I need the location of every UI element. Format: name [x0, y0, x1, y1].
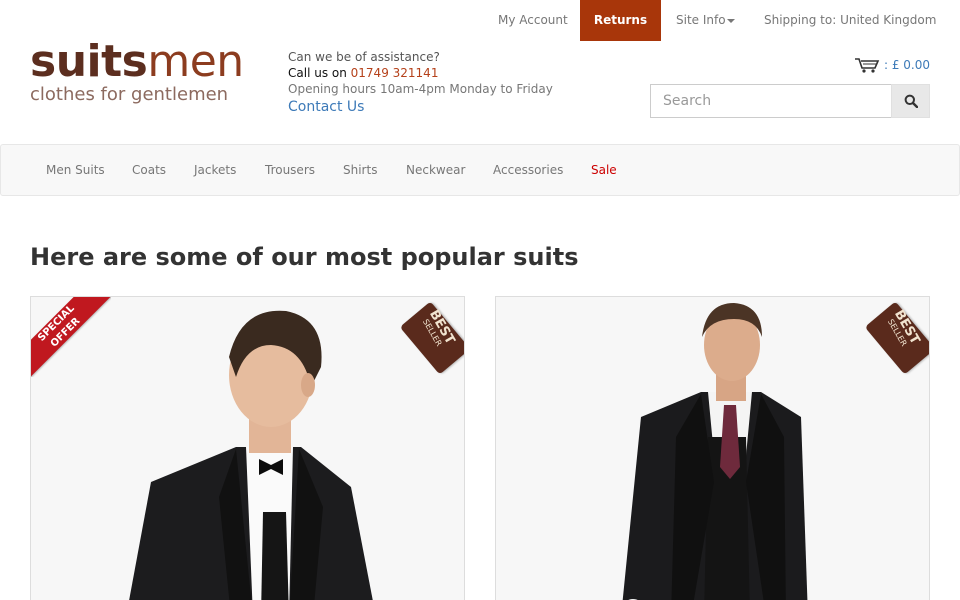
nav-item-accessories[interactable]: Accessories	[493, 145, 563, 195]
nav-item-trousers[interactable]: Trousers	[265, 145, 315, 195]
search-input[interactable]	[650, 84, 891, 118]
cart-total: : £ 0.00	[883, 58, 930, 72]
best-seller-tag: BEST SELLER	[399, 299, 464, 375]
site-info-dropdown[interactable]: Site Info	[676, 0, 735, 41]
opening-hours: Opening hours 10am-4pm Monday to Friday	[288, 82, 553, 96]
phone-number[interactable]: 01749 321141	[351, 66, 439, 80]
nav-item-men-suits[interactable]: Men Suits	[46, 145, 105, 195]
search-button[interactable]	[891, 84, 930, 118]
logo-tagline: clothes for gentlemen	[30, 84, 229, 105]
assistance-text: Can we be of assistance?	[288, 50, 440, 64]
product-card[interactable]: SPECIAL OFFER BEST SELLER	[30, 296, 465, 600]
product-image[interactable]	[496, 297, 930, 600]
site-logo[interactable]: suitsmen clothes for gentlemen	[30, 36, 250, 106]
site-info-label: Site Info	[676, 13, 726, 27]
cart-summary[interactable]: : £ 0.00	[854, 57, 930, 73]
product-card[interactable]: BEST SELLER	[495, 296, 930, 600]
logo-wordmark: suitsmen	[30, 36, 244, 87]
nav-item-sale[interactable]: Sale	[591, 145, 617, 195]
special-offer-ribbon: SPECIAL OFFER	[31, 297, 111, 377]
nav-item-shirts[interactable]: Shirts	[343, 145, 377, 195]
call-us-line: Call us on 01749 321141	[288, 66, 439, 80]
cart-icon	[854, 58, 880, 73]
nav-item-jackets[interactable]: Jackets	[194, 145, 236, 195]
contact-info: Can we be of assistance? Call us on 0174…	[288, 49, 553, 115]
my-account-link[interactable]: My Account	[498, 0, 568, 41]
returns-link[interactable]: Returns	[580, 0, 661, 41]
top-bar: My Account Returns Site Info Shipping to…	[0, 0, 960, 41]
contact-us-link[interactable]: Contact Us	[288, 99, 553, 115]
shipping-country-link[interactable]: Shipping to: United Kingdom	[764, 0, 936, 41]
nav-item-neckwear[interactable]: Neckwear	[406, 145, 465, 195]
search-form	[650, 84, 930, 118]
page-heading: Here are some of our most popular suits	[30, 243, 579, 271]
nav-item-coats[interactable]: Coats	[132, 145, 166, 195]
best-seller-tag: BEST SELLER	[864, 299, 929, 375]
main-navigation: Men Suits Coats Jackets Trousers Shirts …	[0, 144, 960, 196]
caret-down-icon	[726, 18, 735, 23]
search-icon	[904, 94, 918, 108]
